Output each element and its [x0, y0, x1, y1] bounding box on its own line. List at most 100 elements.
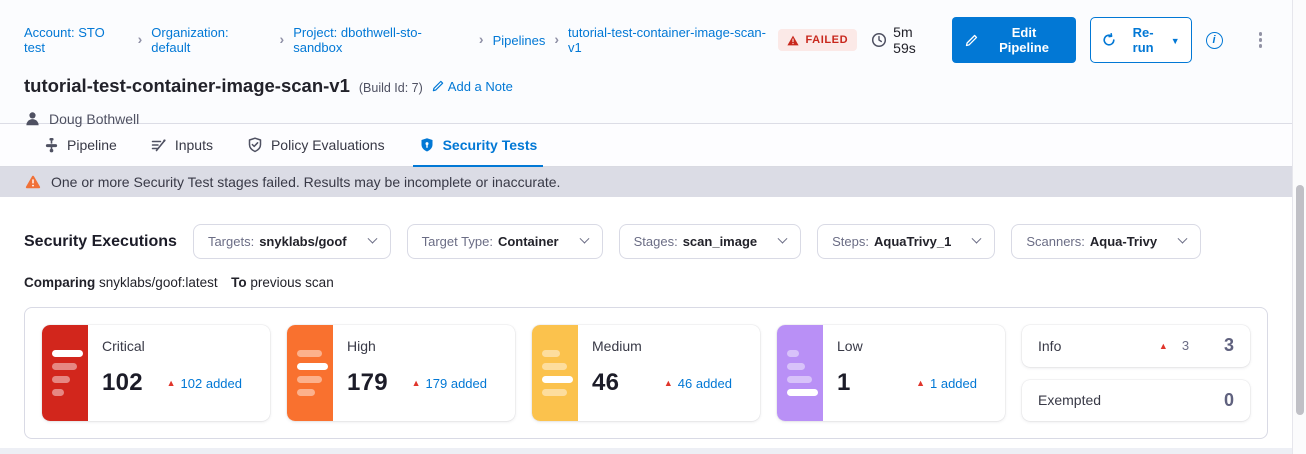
comparing-line: Comparing snyklabs/goof:latest To previo… — [24, 275, 1268, 290]
medium-label: Medium — [592, 338, 746, 354]
clock-icon — [871, 32, 887, 48]
chevron-down-icon — [579, 234, 589, 244]
medium-added-link[interactable]: ▲ 46 added — [664, 376, 732, 391]
breadcrumb: Account: STO test › Organization: defaul… — [24, 25, 778, 55]
scrollbar-thumb[interactable] — [1296, 185, 1304, 415]
info-delta: 3 — [1182, 338, 1189, 353]
medium-count: 46 — [592, 369, 619, 397]
breadcrumb-pipelines[interactable]: Pipelines — [493, 33, 546, 48]
exempted-label: Exempted — [1038, 392, 1124, 408]
triangle-up-icon: ▲ — [664, 378, 673, 388]
high-severity-icon — [287, 325, 333, 421]
chevron-down-icon — [778, 234, 788, 244]
targets-filter-label: Targets: — [208, 234, 254, 249]
build-id: (Build Id: 7) — [359, 81, 423, 95]
info-count: 3 — [1224, 335, 1234, 356]
severity-summary-card: Critical 102 ▲ 102 added High — [24, 307, 1268, 439]
chevron-down-icon — [367, 234, 377, 244]
breadcrumb-organization[interactable]: Organization: default — [151, 25, 270, 55]
edit-pipeline-button[interactable]: Edit Pipeline — [952, 17, 1075, 63]
low-card[interactable]: Low 1 ▲ 1 added — [777, 325, 1005, 421]
low-added-link[interactable]: ▲ 1 added — [916, 376, 977, 391]
triangle-up-icon: ▲ — [1159, 341, 1168, 351]
tab-security-tests[interactable]: Security Tests — [419, 124, 538, 166]
critical-added-link[interactable]: ▲ 102 added — [167, 376, 242, 391]
breadcrumb-account[interactable]: Account: STO test — [24, 25, 129, 55]
medium-card[interactable]: Medium 46 ▲ 46 added — [532, 325, 760, 421]
tab-inputs[interactable]: Inputs — [151, 124, 213, 166]
low-count: 1 — [837, 369, 851, 397]
critical-severity-icon — [42, 325, 88, 421]
page: Account: STO test › Organization: defaul… — [0, 0, 1292, 454]
triangle-up-icon: ▲ — [916, 378, 925, 388]
comparing-target: snyklabs/goof:latest — [99, 275, 218, 290]
targets-filter-value: snyklabs/goof — [259, 234, 346, 249]
breadcrumb-pipeline-name[interactable]: tutorial-test-container-image-scan-v1 — [568, 25, 778, 55]
critical-label: Critical — [102, 338, 256, 354]
target-type-filter-value: Container — [498, 234, 559, 249]
chevron-down-icon: ▼ — [1171, 36, 1180, 46]
scanners-filter-value: Aqua-Trivy — [1090, 234, 1157, 249]
rerun-label: Re-run — [1123, 25, 1164, 55]
duration: 5m 59s — [871, 24, 938, 56]
medium-added-label: 46 added — [678, 376, 732, 391]
warning-banner: One or more Security Test stages failed.… — [0, 167, 1292, 197]
scanners-filter[interactable]: Scanners: Aqua-Trivy — [1011, 224, 1201, 259]
pipeline-icon — [44, 137, 59, 153]
critical-card[interactable]: Critical 102 ▲ 102 added — [42, 325, 270, 421]
tab-inputs-label: Inputs — [175, 137, 213, 153]
medium-severity-icon — [532, 325, 578, 421]
critical-added-label: 102 added — [181, 376, 242, 391]
rerun-button[interactable]: Re-run ▼ — [1090, 17, 1192, 63]
add-note-link[interactable]: Add a Note — [432, 79, 513, 94]
scanners-filter-label: Scanners: — [1026, 234, 1085, 249]
tab-policy-evaluations[interactable]: Policy Evaluations — [247, 124, 385, 166]
low-label: Low — [837, 338, 991, 354]
comparing-baseline: previous scan — [250, 275, 333, 290]
duration-value: 5m 59s — [893, 24, 938, 56]
high-label: High — [347, 338, 501, 354]
high-added-link[interactable]: ▲ 179 added — [412, 376, 487, 391]
triangle-up-icon: ▲ — [167, 378, 176, 388]
pencil-icon — [965, 34, 978, 47]
targets-filter[interactable]: Targets: snyklabs/goof — [193, 224, 391, 259]
comparing-to-label: To — [231, 275, 247, 290]
tab-pipeline[interactable]: Pipeline — [44, 124, 117, 166]
add-note-label: Add a Note — [448, 79, 513, 94]
low-severity-icon — [777, 325, 823, 421]
stages-filter-label: Stages: — [634, 234, 678, 249]
chevron-right-icon: › — [554, 31, 559, 47]
header: Account: STO test › Organization: defaul… — [0, 0, 1292, 124]
high-count: 179 — [347, 369, 388, 397]
rerun-refresh-icon — [1102, 33, 1116, 47]
triangle-up-icon: ▲ — [412, 378, 421, 388]
breadcrumb-project[interactable]: Project: dbothwell-sto-sandbox — [293, 25, 470, 55]
critical-count: 102 — [102, 369, 143, 397]
info-card[interactable]: Info ▲ 3 3 — [1022, 325, 1250, 367]
exempted-card[interactable]: Exempted 0 — [1022, 380, 1250, 422]
steps-filter-label: Steps: — [832, 234, 869, 249]
security-executions-section: Security Executions Targets: snyklabs/go… — [0, 197, 1292, 439]
vertical-scrollbar[interactable] — [1292, 0, 1306, 454]
steps-filter[interactable]: Steps: AquaTrivy_1 — [817, 224, 995, 259]
target-type-filter-label: Target Type: — [422, 234, 493, 249]
comparing-prefix: Comparing — [24, 275, 95, 290]
tab-policy-evaluations-label: Policy Evaluations — [271, 137, 385, 153]
tab-pipeline-label: Pipeline — [67, 137, 117, 153]
stages-filter[interactable]: Stages: scan_image — [619, 224, 802, 259]
info-icon[interactable]: i — [1206, 32, 1223, 49]
warning-triangle-icon — [25, 175, 41, 189]
page-title: tutorial-test-container-image-scan-v1 — [24, 75, 350, 97]
filter-bar: Targets: snyklabs/goof Target Type: Cont… — [193, 224, 1201, 259]
user-avatar-icon — [24, 110, 41, 127]
steps-filter-value: AquaTrivy_1 — [874, 234, 951, 249]
chevron-down-icon — [1178, 234, 1188, 244]
more-options-menu[interactable] — [1253, 28, 1269, 52]
shield-check-icon — [247, 137, 263, 153]
high-card[interactable]: High 179 ▲ 179 added — [287, 325, 515, 421]
exempted-count: 0 — [1224, 390, 1234, 411]
pencil-icon — [432, 80, 444, 92]
shield-security-icon — [419, 137, 435, 153]
target-type-filter[interactable]: Target Type: Container — [407, 224, 603, 259]
chevron-down-icon — [972, 234, 982, 244]
